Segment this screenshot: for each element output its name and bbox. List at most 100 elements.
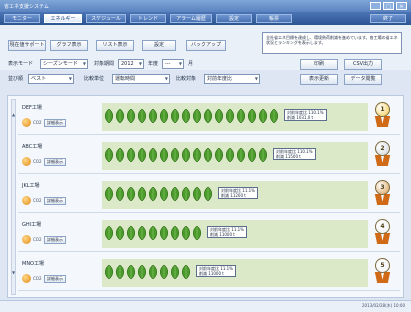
menu-schedule[interactable]: スケジュール [86,14,126,23]
leaf-icon [104,148,114,162]
backup-button[interactable]: バックアップ [186,40,226,51]
year-select[interactable]: 2012 [118,59,144,69]
leaf-icon [148,187,158,201]
maximize-button[interactable]: □ [383,2,394,10]
leaf-icon [192,109,202,123]
leaf-meter [104,187,213,201]
data-view-button[interactable]: データ閲覧 [344,74,382,85]
menu-monitor[interactable]: モニター [4,14,40,23]
rank-medal-icon: 1 [373,102,393,128]
leaf-icon [203,109,213,123]
leaf-icon [181,187,191,201]
leaf-icon [126,226,136,240]
leaf-icon [247,109,257,123]
leaf-icon [115,187,125,201]
leaf-icon [137,109,147,123]
factory-icon [22,196,31,205]
month-select[interactable]: --- [162,59,184,69]
rank-number: 3 [375,180,390,195]
leaf-icon [214,109,224,123]
leaf-icon [115,109,125,123]
leaf-icon [258,148,268,162]
factory-row: DEF工場 CO2 詳細表示 対前年度比 110.1% 削減 1031,0 t 1 [18,100,400,135]
detail-button[interactable]: 詳細表示 [44,236,66,244]
menu-trend[interactable]: トレンド [130,14,166,23]
leaf-icon [137,187,147,201]
rank-medal-icon: 2 [373,141,393,167]
vertical-scrollbar[interactable]: ▲ ▼ [11,99,16,295]
target-period-label: 対象期間 [94,61,115,67]
leaf-icon [192,187,202,201]
detail-button[interactable]: 詳細表示 [44,275,66,283]
leaf-icon [115,148,125,162]
status-bar: 2013/02/28(木) 10:00 [0,300,411,312]
factory-row: ABC工場 CO2 詳細表示 対前年度比 110.1% 削減 11500 t 2 [18,139,400,174]
window-title: 省エネ支援システム [4,4,49,10]
leaf-icon [137,265,147,279]
month-unit: 月 [188,61,194,67]
scroll-down-icon[interactable]: ▼ [11,270,16,275]
rank-medal-icon: 5 [373,258,393,284]
result-callout: 対前年度比 11.1% 削減 11000 t [196,265,236,277]
leaf-icon [192,148,202,162]
factory-row: MNO工場 CO2 詳細表示 対前年度比 11.1% 削減 11000 t 5 [18,256,400,291]
period-unit-label: 比較単位 [84,76,105,82]
window-controls: _ □ ✕ [370,2,407,10]
tab-graph-view[interactable]: グラフ表示 [50,40,88,51]
menu-reports[interactable]: 帳票 [256,14,292,23]
leaf-icon [170,187,180,201]
reduction-text: 削減 11200 t [221,193,246,198]
leaf-icon [104,187,114,201]
status-datetime: 2013/02/28(木) 10:00 [362,303,405,308]
leaf-icon [159,226,169,240]
detail-button[interactable]: 詳細表示 [44,197,66,205]
scroll-up-icon[interactable]: ▲ [11,112,16,117]
leaf-icon [148,265,158,279]
leaf-icon [181,109,191,123]
leaf-icon [104,226,114,240]
leaf-icon [159,109,169,123]
exit-button[interactable]: 終了 [370,14,406,23]
leaf-icon [126,109,136,123]
order-select[interactable]: ベスト [28,74,74,84]
period-unit-select[interactable]: 運転時間 [112,74,170,84]
co2-label: CO2 [33,159,42,164]
menu-energy[interactable]: エネルギー [44,14,82,23]
result-callout: 対前年度比 110.1% 削減 11500 t [273,148,316,160]
leaf-icon [159,187,169,201]
result-callout: 対前年度比 110.1% 削減 1031,0 t [284,109,327,121]
minimize-button[interactable]: _ [370,2,381,10]
factory-icon [22,157,31,166]
print-button[interactable]: 印刷 [300,59,338,70]
leaf-icon [126,187,136,201]
csv-export-button[interactable]: CSV出力 [344,59,382,70]
detail-button[interactable]: 詳細表示 [44,158,66,166]
leaf-icon [203,148,213,162]
leaf-icon [126,148,136,162]
display-mode-select[interactable]: シーズンモード [40,59,88,69]
menu-alarm-history[interactable]: アラーム履歴 [170,14,212,23]
leaf-icon [181,226,191,240]
tab-current-support[interactable]: 現在値サポート [8,40,46,51]
leaf-meter [104,265,191,279]
leaf-icon [214,148,224,162]
factory-name: MNO工場 [22,261,44,267]
leaf-icon [148,109,158,123]
factory-name: ABC工場 [22,144,43,150]
refresh-button[interactable]: 表示更新 [300,74,338,85]
title-bar: 省エネ支援システム _ □ ✕ [0,0,411,12]
factory-icon [22,118,31,127]
tab-settings[interactable]: 設定 [142,40,176,51]
leaf-icon [170,148,180,162]
menu-settings[interactable]: 設定 [216,14,252,23]
close-button[interactable]: ✕ [396,2,407,10]
leaf-icon [137,226,147,240]
info-note: 全社省エネ目標を達成し、環境負荷削減を進めています。各工場の省エネ状況とランキン… [262,32,402,54]
detail-button[interactable]: 詳細表示 [44,119,66,127]
compare-select[interactable]: 対前年度比 [204,74,260,84]
leaf-icon [159,265,169,279]
main-menu-bar: モニター エネルギー スケジュール トレンド アラーム履歴 設定 帳票 終了 [0,12,411,25]
tab-list-view[interactable]: リスト表示 [96,40,134,51]
rank-number: 2 [375,141,390,156]
reduction-text: 削減 11000 t [210,232,235,237]
